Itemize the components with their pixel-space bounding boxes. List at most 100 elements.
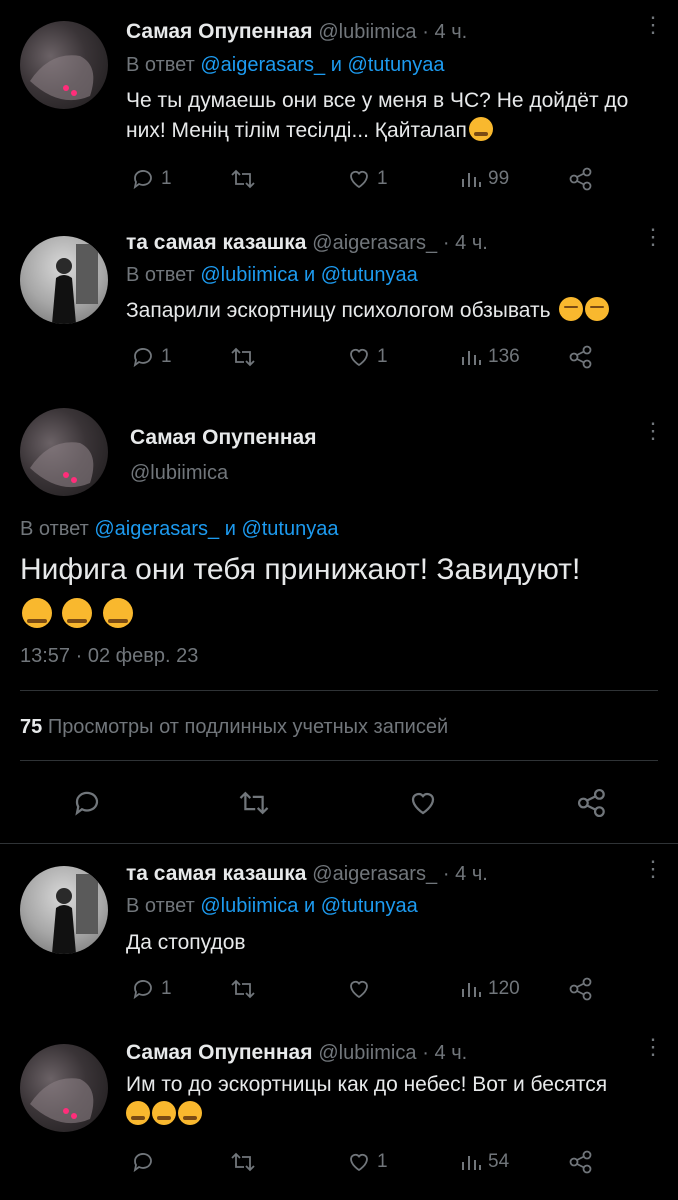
tweet-text: Им то до эскортницы как до небес! Вот и …	[126, 1070, 666, 1130]
tweet-time[interactable]: · 4 ч.	[443, 863, 488, 885]
author-name[interactable]: Самая Опупенная	[126, 1041, 313, 1064]
rofl-emoji	[22, 598, 52, 628]
reply-button[interactable]: 1	[131, 977, 172, 1001]
views-stat[interactable]: 75 Просмотры от подлинных учетных записе…	[20, 716, 448, 739]
divider	[0, 843, 678, 844]
mention-link[interactable]: @tutunyaa	[241, 518, 338, 540]
reply-icon	[133, 170, 152, 190]
views-button[interactable]: 136	[460, 345, 520, 369]
like-button[interactable]: 1	[347, 167, 388, 191]
avatar[interactable]	[20, 236, 108, 324]
tweet-time[interactable]: · 4 ч.	[443, 232, 488, 254]
tweet-time[interactable]: · 4 ч.	[422, 21, 467, 43]
reply-button[interactable]: 1	[131, 345, 172, 369]
views-icon	[462, 351, 481, 365]
like-icon	[350, 170, 368, 189]
avatar-photo	[52, 244, 98, 324]
retweet-button[interactable]	[230, 977, 256, 1001]
share-button[interactable]	[568, 976, 594, 1002]
tweet-text: Нифига они тебя принижают! Завидуют!	[20, 548, 670, 636]
more-icon[interactable]: ⋮	[642, 14, 664, 36]
share-button[interactable]	[568, 1149, 594, 1175]
views-icon	[462, 1156, 481, 1170]
reply-context: В ответ @aigerasars_ и @tutunyaa	[20, 518, 339, 540]
mention-link[interactable]: @tutunyaa	[321, 895, 418, 917]
like-icon	[350, 1153, 368, 1172]
mention-link[interactable]: @aigerasars_	[200, 54, 325, 76]
retweet-button[interactable]	[230, 1150, 256, 1174]
reply-button[interactable]	[72, 788, 102, 818]
retweet-icon	[231, 1152, 255, 1172]
tweet-timestamp[interactable]: 13:57 · 02 февр. 23	[20, 645, 198, 668]
divider	[20, 690, 658, 691]
avatar-photo	[52, 874, 98, 954]
mention-link[interactable]: @lubiimica	[200, 264, 298, 286]
retweet-icon	[231, 979, 255, 999]
more-icon[interactable]: ⋮	[642, 226, 664, 248]
reply-context: В ответ @lubiimica и @tutunyaa	[126, 895, 418, 917]
retweet-button[interactable]	[238, 788, 270, 818]
mention-link[interactable]: @tutunyaa	[347, 54, 444, 76]
reply-context: В ответ @lubiimica и @tutunyaa	[126, 264, 418, 286]
tweet-time[interactable]: · 4 ч.	[422, 1042, 467, 1064]
more-icon[interactable]: ⋮	[642, 420, 664, 442]
share-icon	[569, 1150, 592, 1174]
reply-icon	[75, 791, 99, 816]
retweet-button[interactable]	[230, 345, 256, 369]
like-button[interactable]: 1	[347, 345, 388, 369]
views-button[interactable]: 120	[460, 977, 520, 1001]
like-button[interactable]	[347, 977, 371, 1001]
author-name[interactable]: Самая Опупенная	[126, 20, 313, 43]
rofl-emoji	[126, 1101, 150, 1125]
author-name[interactable]: та самая казашка	[126, 862, 306, 885]
share-icon	[569, 167, 592, 191]
more-icon[interactable]: ⋮	[642, 858, 664, 880]
author-handle[interactable]: @lubiimica	[318, 1042, 416, 1064]
unamused-emoji	[584, 297, 609, 321]
tweet-text: Да стопудов	[126, 931, 246, 954]
author-handle[interactable]: @lubiimica	[318, 21, 416, 43]
mention-link[interactable]: @lubiimica	[200, 895, 298, 917]
avatar[interactable]	[20, 1044, 108, 1132]
avatar[interactable]	[20, 21, 108, 109]
reply-button[interactable]: 1	[131, 167, 172, 191]
rofl-emoji	[178, 1101, 202, 1125]
share-button[interactable]	[568, 344, 594, 370]
share-icon	[569, 345, 592, 369]
mention-link[interactable]: @tutunyaa	[321, 264, 418, 286]
share-button[interactable]	[576, 787, 608, 819]
mention-link[interactable]: @aigerasars_	[94, 518, 219, 540]
retweet-icon	[231, 169, 255, 189]
reply-icon	[133, 980, 152, 1000]
views-button[interactable]: 99	[460, 167, 509, 191]
avatar[interactable]	[20, 408, 108, 496]
author-handle[interactable]: @aigerasars_	[312, 863, 437, 885]
reply-icon	[133, 348, 152, 368]
rofl-emoji	[102, 598, 133, 628]
views-button[interactable]: 54	[460, 1150, 509, 1174]
retweet-icon	[231, 347, 255, 367]
author-handle[interactable]: @lubiimica	[130, 462, 228, 485]
reply-icon	[133, 1153, 152, 1173]
like-icon	[411, 792, 435, 815]
rofl-emoji	[468, 117, 493, 141]
avatar-photo	[30, 442, 94, 496]
reply-context: В ответ @aigerasars_ и @tutunyaa	[126, 54, 445, 76]
share-icon	[577, 788, 605, 818]
reply-button[interactable]	[131, 1150, 155, 1174]
like-button[interactable]: 1	[347, 1150, 388, 1174]
rofl-emoji	[62, 598, 93, 628]
like-button[interactable]	[408, 788, 438, 818]
share-button[interactable]	[568, 166, 594, 192]
tweet-text: Че ты думаешь они все у меня в ЧС? Не до…	[126, 89, 629, 142]
more-icon[interactable]: ⋮	[642, 1036, 664, 1058]
author-name[interactable]: та самая казашка	[126, 231, 306, 254]
views-icon	[462, 983, 481, 997]
divider	[20, 760, 658, 761]
author-name[interactable]: Самая Опупенная	[130, 426, 317, 450]
avatar[interactable]	[20, 866, 108, 954]
retweet-button[interactable]	[230, 167, 256, 191]
author-handle[interactable]: @aigerasars_	[312, 232, 437, 254]
share-icon	[569, 977, 592, 1001]
like-icon	[350, 980, 368, 999]
